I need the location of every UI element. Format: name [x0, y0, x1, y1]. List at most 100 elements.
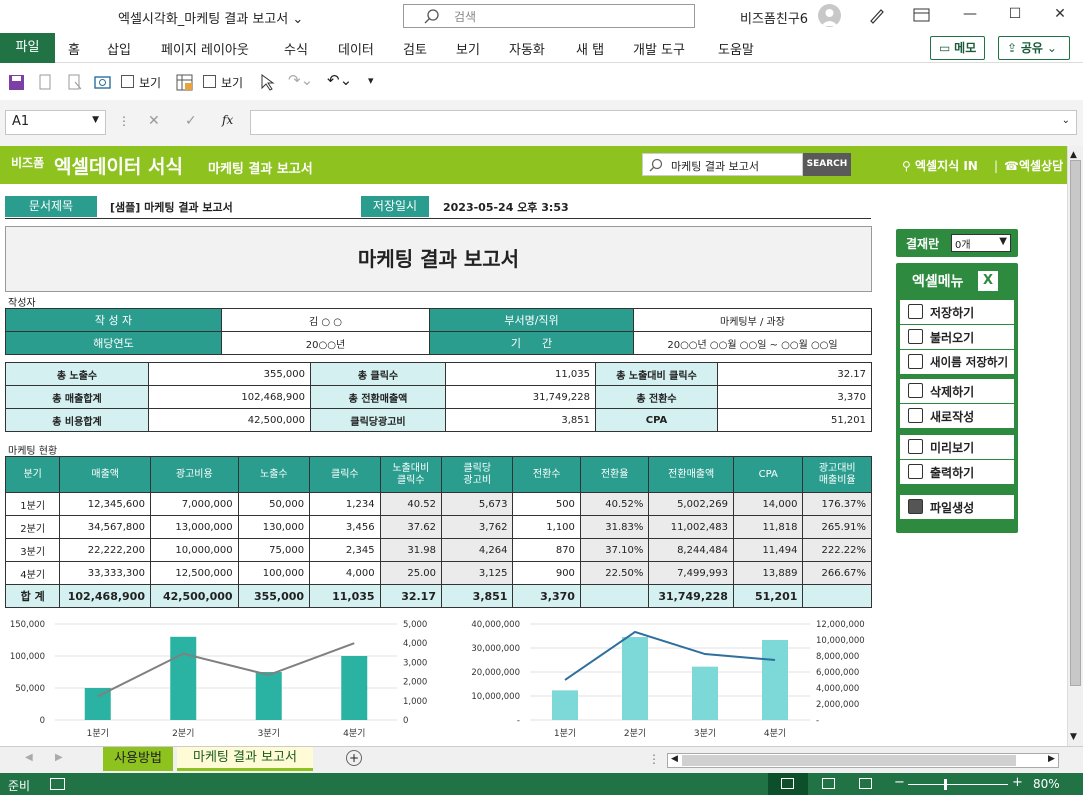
- print-menu-button[interactable]: 출력하기: [900, 460, 1014, 484]
- year-value[interactable]: 20○○년: [221, 331, 430, 355]
- vertical-scrollbar[interactable]: ▲ ▼: [1067, 146, 1083, 746]
- summary-value[interactable]: 42,500,000: [148, 408, 311, 432]
- worksheet[interactable]: 비즈폼 엑셀데이터 서식 마케팅 결과 보고서 마케팅 결과 보고서 SEARC…: [0, 146, 1067, 746]
- ribbon-display-icon[interactable]: [913, 7, 931, 23]
- tab-help[interactable]: 도움말: [718, 39, 754, 58]
- scroll-thumb[interactable]: [1070, 160, 1081, 686]
- insert-function-button[interactable]: fx: [222, 113, 233, 127]
- table-cell[interactable]: 14,000: [732, 492, 804, 516]
- table-cell[interactable]: 34,567,800: [59, 515, 151, 539]
- table-cell[interactable]: 40.52: [379, 492, 442, 516]
- save-icon[interactable]: [8, 74, 25, 91]
- zoom-out-icon[interactable]: −: [894, 775, 905, 790]
- table-cell[interactable]: 31.83%: [579, 515, 650, 539]
- tab-prev-icon[interactable]: ◀: [25, 752, 33, 763]
- file-create-menu-button[interactable]: 파일생성: [900, 495, 1014, 519]
- table-cell[interactable]: 4,000: [309, 561, 381, 585]
- table-cell[interactable]: 12,345,600: [59, 492, 151, 516]
- delete-menu-button[interactable]: 삭제하기: [900, 379, 1014, 403]
- summary-value[interactable]: 3,370: [717, 385, 872, 409]
- new-menu-button[interactable]: 새로작성: [900, 404, 1014, 428]
- name-box[interactable]: A1 ▼: [5, 110, 106, 135]
- table-cell[interactable]: 4,264: [440, 538, 514, 562]
- dept-value[interactable]: 마케팅부 / 과장: [633, 308, 872, 332]
- table-cell[interactable]: 900: [512, 561, 581, 585]
- zoom-in-icon[interactable]: +: [1012, 775, 1023, 790]
- table-cell[interactable]: 5,002,269: [648, 492, 734, 516]
- table-cell[interactable]: 33,333,300: [59, 561, 151, 585]
- total-cell[interactable]: 102,468,900: [59, 584, 151, 608]
- confirm-icon[interactable]: ✓: [185, 113, 197, 129]
- table-cell[interactable]: 130,000: [237, 515, 311, 539]
- tab-new[interactable]: 새 탭: [576, 39, 604, 58]
- summary-value[interactable]: 3,851: [445, 408, 596, 432]
- total-cell[interactable]: [802, 584, 872, 608]
- zoom-level[interactable]: 80%: [1033, 777, 1060, 791]
- form-icon[interactable]: [37, 74, 54, 91]
- table-cell[interactable]: 3,762: [440, 515, 514, 539]
- zoom-slider[interactable]: [908, 784, 1008, 785]
- knowledge-link[interactable]: ⚲ 엑셀지식 IN |: [902, 157, 998, 174]
- total-cell[interactable]: 355,000: [237, 584, 311, 608]
- table-cell[interactable]: 75,000: [237, 538, 311, 562]
- summary-value[interactable]: 32.17: [717, 362, 872, 386]
- scroll-right-icon[interactable]: ▶: [1048, 754, 1055, 764]
- table-cell[interactable]: 2,345: [309, 538, 381, 562]
- table-cell[interactable]: 10,000,000: [150, 538, 239, 562]
- table-cell[interactable]: 5,673: [440, 492, 514, 516]
- table-cell[interactable]: 11,002,483: [648, 515, 734, 539]
- user-name[interactable]: 비즈폼친구6: [740, 8, 808, 27]
- table-cell[interactable]: 1분기: [4, 492, 61, 516]
- clear-format-icon[interactable]: [66, 74, 83, 91]
- search-input[interactable]: 검색: [403, 4, 695, 28]
- tab-insert[interactable]: 삽입: [107, 39, 131, 58]
- preview-menu-button[interactable]: 미리보기: [900, 435, 1014, 459]
- view-checkbox-1[interactable]: [121, 75, 134, 88]
- tab-data[interactable]: 데이터: [338, 39, 374, 58]
- table-cell[interactable]: 4분기: [4, 561, 61, 585]
- web-search-button[interactable]: SEARCH: [803, 153, 851, 176]
- total-cell[interactable]: [579, 584, 650, 608]
- avatar[interactable]: [818, 4, 841, 27]
- accessibility-icon[interactable]: [50, 778, 65, 790]
- pointer-icon[interactable]: [259, 74, 276, 91]
- tab-page-layout[interactable]: 페이지 레이아웃: [161, 39, 249, 58]
- share-button[interactable]: ⇪ 공유 ⌄: [998, 36, 1070, 60]
- minimize-icon[interactable]: —: [959, 6, 981, 22]
- sheet-tab-report[interactable]: 마케팅 결과 보고서: [177, 747, 313, 771]
- close-icon[interactable]: ✕: [1049, 6, 1071, 22]
- tab-formulas[interactable]: 수식: [284, 39, 308, 58]
- table-cell[interactable]: 1,234: [309, 492, 381, 516]
- sheet-tab-usage[interactable]: 사용방법: [103, 747, 173, 771]
- total-cell[interactable]: 31,749,228: [648, 584, 734, 608]
- zoom-slider-thumb[interactable]: [944, 779, 947, 790]
- table-cell[interactable]: 22.50%: [579, 561, 650, 585]
- scroll-left-icon[interactable]: ◀: [671, 754, 678, 764]
- summary-value[interactable]: 355,000: [148, 362, 311, 386]
- total-cell[interactable]: 3,851: [440, 584, 514, 608]
- table-cell[interactable]: 22,222,200: [59, 538, 151, 562]
- document-title[interactable]: 엑셀시각화_마케팅 결과 보고서 ⌄: [118, 8, 303, 27]
- table-cell[interactable]: 100,000: [237, 561, 311, 585]
- add-sheet-icon[interactable]: +: [346, 750, 362, 766]
- table-cell[interactable]: 3,125: [440, 561, 514, 585]
- table-cell[interactable]: 7,000,000: [150, 492, 239, 516]
- table-icon[interactable]: [176, 74, 193, 91]
- camera-icon[interactable]: [94, 74, 111, 91]
- table-cell[interactable]: 13,000,000: [150, 515, 239, 539]
- table-cell[interactable]: 1,100: [512, 515, 581, 539]
- scroll-down-icon[interactable]: ▼: [1070, 732, 1077, 742]
- customize-qat-icon[interactable]: ▾: [368, 74, 374, 87]
- scroll-up-icon[interactable]: ▲: [1070, 150, 1077, 160]
- table-cell[interactable]: 265.91%: [802, 515, 872, 539]
- table-cell[interactable]: 37.62: [379, 515, 442, 539]
- page-layout-icon[interactable]: [822, 778, 835, 789]
- total-cell[interactable]: 합 계: [4, 584, 61, 608]
- maximize-icon[interactable]: ☐: [1004, 6, 1026, 22]
- table-cell[interactable]: 3,456: [309, 515, 381, 539]
- tab-view[interactable]: 보기: [456, 39, 480, 58]
- normal-view-button[interactable]: [768, 773, 808, 795]
- total-cell[interactable]: 42,500,000: [150, 584, 239, 608]
- web-search-input[interactable]: 마케팅 결과 보고서: [642, 153, 803, 176]
- tab-automate[interactable]: 자동화: [509, 39, 545, 58]
